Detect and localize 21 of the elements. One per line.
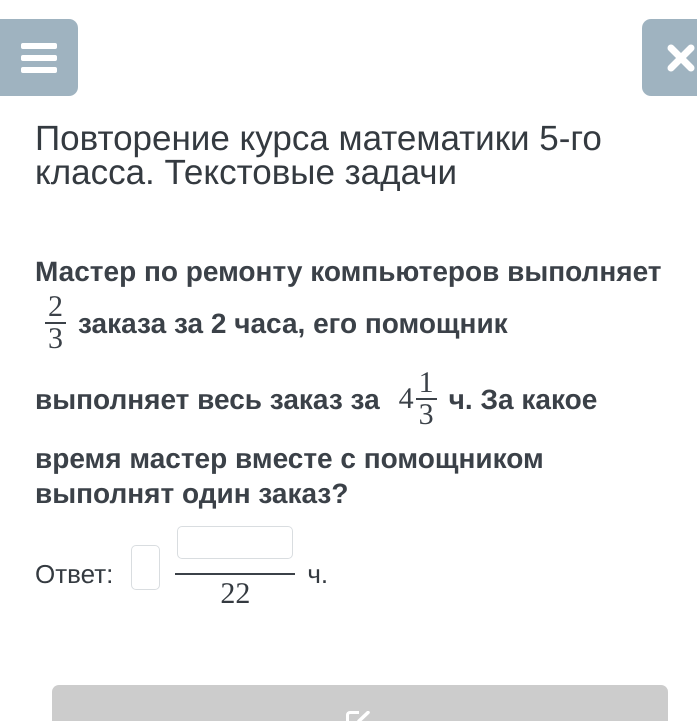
mixed-number-whole: 4 [398, 384, 414, 414]
menu-button[interactable] [0, 19, 78, 96]
fraction-denominator: 22 [220, 580, 250, 608]
problem-text: заказа за 2 часа, его помощник [78, 306, 508, 340]
fraction-numerator: 1 [418, 368, 435, 398]
fraction-numerator: 2 [47, 292, 64, 322]
close-button[interactable] [642, 19, 697, 96]
problem-text: ч. За какое [448, 382, 598, 416]
problem-text: выполняет весь заказ за [35, 382, 380, 416]
answer-label: Ответ: [35, 559, 114, 589]
close-icon [667, 44, 695, 72]
numerator-field[interactable] [177, 526, 294, 559]
problem-text: время мастер вместе с помощником [35, 442, 544, 476]
menu-icon [21, 42, 57, 72]
fraction-denominator: 3 [47, 324, 64, 354]
problem-text: выполнят один заказ? [35, 477, 348, 511]
whole-part-field[interactable] [131, 544, 160, 590]
unit-label: ч. [307, 559, 328, 589]
problem-text: Мастер по ремонту компьютеров выполняет [35, 255, 662, 289]
fraction-denominator: 3 [418, 400, 435, 430]
page-title: Повторение курса математики 5-го класса. Текстовые задачи [35, 122, 603, 190]
